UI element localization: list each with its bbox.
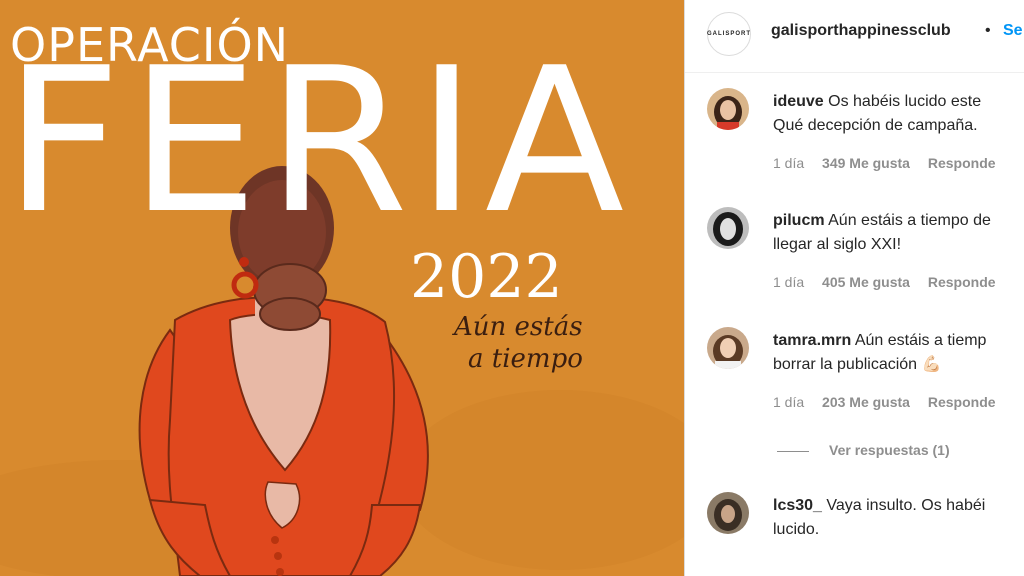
comment-username[interactable]: tamra.mrn <box>773 332 851 349</box>
comment-time[interactable]: 1 día <box>773 274 804 290</box>
account-avatar[interactable]: GALISPORT <box>707 12 751 56</box>
view-replies-label: Ver respuestas (1) <box>829 442 950 458</box>
comment-meta: 1 día 203 Me gusta Responde <box>773 394 1010 410</box>
comment-meta: 1 día 405 Me gusta Responde <box>773 274 1010 290</box>
comment-line-1: Aún estáis a tiemp <box>854 332 987 349</box>
avatar[interactable] <box>707 207 749 249</box>
post-header: GALISPORT galisporthappinessclub • Se <box>685 0 1024 73</box>
comment-line-2: Qué decepción de campaña. <box>773 117 978 134</box>
comment-text: ideuve Os habéis lucido este Qué decepci… <box>773 90 981 138</box>
campaign-poster: OPERACIÓN FERIA 2022 Aún estás a tiempo <box>0 0 684 576</box>
poster-year: 2022 <box>410 242 563 312</box>
comment-text: tamra.mrn Aún estáis a tiemp borrar la p… <box>773 329 986 377</box>
poster-title-line-2: FERIA <box>4 25 633 258</box>
comment-meta: 1 día 349 Me gusta Responde <box>773 155 1010 171</box>
follow-button[interactable]: Se <box>1003 22 1023 40</box>
comment-item: ideuve Os habéis lucido este Qué decepci… <box>685 88 1024 198</box>
comment-line-2: llegar al siglo XXI! <box>773 236 902 253</box>
comment-line-1: Vaya insulto. Os habéi <box>826 497 986 514</box>
comment-username[interactable]: pilucm <box>773 212 825 229</box>
reply-button[interactable]: Responde <box>928 274 996 290</box>
view-replies-button[interactable]: Ver respuestas (1) <box>777 442 950 458</box>
comment-username[interactable]: lcs30_ <box>773 497 822 514</box>
account-logo-text: GALISPORT <box>707 31 752 37</box>
comment-line-2: lucido. <box>773 521 820 538</box>
comment-time[interactable]: 1 día <box>773 394 804 410</box>
comment-text: pilucm Aún estáis a tiempo de llegar al … <box>773 209 991 257</box>
comment-line-2: borrar la publicación 💪🏻 <box>773 356 942 373</box>
comments-panel[interactable]: GALISPORT galisporthappinessclub • Se id… <box>685 0 1024 576</box>
comment-likes[interactable]: 203 Me gusta <box>822 394 910 410</box>
separator-dot: • <box>985 22 991 39</box>
comment-username[interactable]: ideuve <box>773 93 824 110</box>
comment-item: lcs30_ Vaya insulto. Os habéi lucido. <box>685 492 1024 576</box>
comment-text: lcs30_ Vaya insulto. Os habéi lucido. <box>773 494 985 542</box>
comment-item: pilucm Aún estáis a tiempo de llegar al … <box>685 207 1024 317</box>
poster-tagline-line-2: a tiempo <box>468 344 583 374</box>
avatar[interactable] <box>707 88 749 130</box>
reply-button[interactable]: Responde <box>928 394 996 410</box>
comment-likes[interactable]: 405 Me gusta <box>822 274 910 290</box>
comment-time[interactable]: 1 día <box>773 155 804 171</box>
account-name-link[interactable]: galisporthappinessclub <box>771 22 951 40</box>
avatar[interactable] <box>707 327 749 369</box>
poster-tagline-line-1: Aún estás <box>454 312 583 342</box>
comment-likes[interactable]: 349 Me gusta <box>822 155 910 171</box>
comment-line-1: Aún estáis a tiempo de <box>828 212 991 229</box>
replies-line <box>777 450 809 452</box>
comment-item: tamra.mrn Aún estáis a tiemp borrar la p… <box>685 327 1024 437</box>
avatar[interactable] <box>707 492 749 534</box>
comment-line-1: Os habéis lucido este <box>828 93 982 110</box>
reply-button[interactable]: Responde <box>928 155 996 171</box>
